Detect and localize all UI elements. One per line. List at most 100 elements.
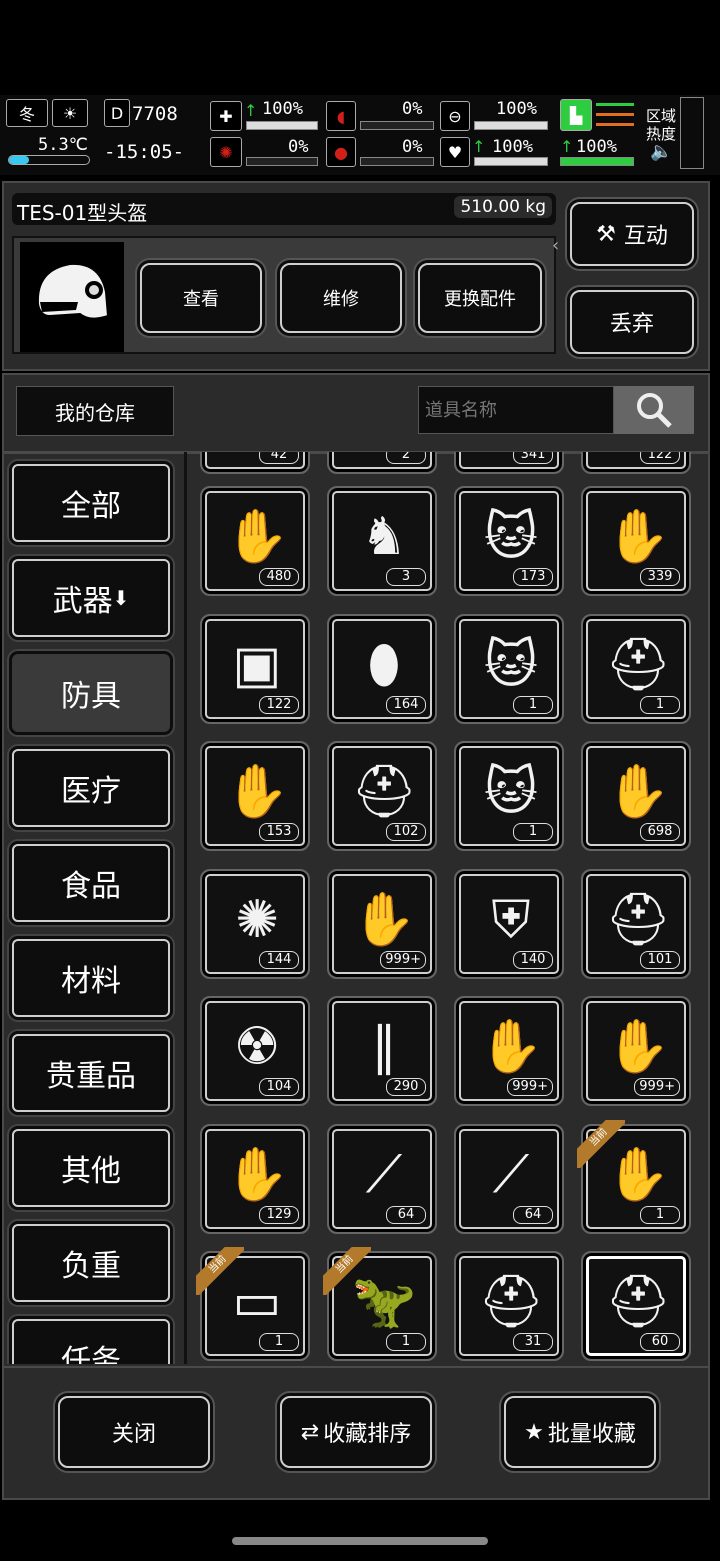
- inventory-slot[interactable]: ✺ 144: [200, 868, 310, 979]
- search-button[interactable]: [614, 386, 694, 434]
- inventory-slot[interactable]: ✋ 698: [581, 741, 691, 851]
- stamina-line: [596, 123, 634, 126]
- glove-icon: ✋: [605, 507, 671, 567]
- inventory-slot[interactable]: ⛑ 1: [581, 613, 691, 724]
- inventory-slot[interactable]: ⛑ 102: [327, 741, 437, 851]
- category-6[interactable]: 贵重品: [12, 1034, 170, 1112]
- inventory-slot[interactable]: 🐱 173: [454, 486, 564, 596]
- inventory-slot[interactable]: ✋ 999+: [581, 996, 691, 1106]
- stamina-bar: [560, 157, 634, 166]
- category-5[interactable]: 材料: [12, 939, 170, 1017]
- tactical-glove-icon: ✋: [605, 762, 671, 822]
- inventory-slot[interactable]: ⟋ 64: [454, 1123, 564, 1234]
- category-2[interactable]: 防具: [12, 654, 170, 732]
- bleeding-value: 0%: [402, 137, 423, 157]
- inventory-slot[interactable]: ▣ 122: [200, 613, 310, 724]
- close-button[interactable]: 关闭: [58, 1396, 210, 1468]
- sort-favorites-button[interactable]: ⇄ 收藏排序: [280, 1396, 432, 1468]
- heart-bar: [474, 157, 548, 166]
- inventory-slot[interactable]: ✋ 129: [200, 1123, 310, 1234]
- item-count: 101: [640, 950, 680, 969]
- item-count: 1: [640, 695, 680, 714]
- discard-button[interactable]: 丢弃: [570, 290, 694, 354]
- expand-arrow-icon: ⬇: [112, 586, 130, 610]
- category-8[interactable]: 负重: [12, 1224, 170, 1302]
- category-4[interactable]: 食品: [12, 844, 170, 922]
- collapse-chevron-icon[interactable]: ‹: [552, 235, 559, 256]
- item-count: 1: [513, 695, 553, 714]
- knee-pads-icon: ⬮: [367, 634, 401, 695]
- inventory-slot[interactable]: ♞ 3: [327, 486, 437, 596]
- warehouse-title: 我的仓库: [16, 386, 174, 436]
- inventory-slot[interactable]: ⛨ 140: [454, 868, 564, 979]
- claw-gloves-icon: ✋: [224, 1144, 290, 1205]
- inventory-slot[interactable]: ☢ 104: [200, 996, 310, 1106]
- inventory-slot[interactable]: ✋ 999+: [454, 996, 564, 1106]
- inventory-slot[interactable]: 122: [581, 452, 691, 474]
- inventory-slot[interactable]: ✋ 153: [200, 741, 310, 851]
- inventory-slot[interactable]: ∥ 290: [327, 996, 437, 1106]
- category-9[interactable]: 任务: [12, 1319, 170, 1364]
- horned-cap-icon: ♞: [360, 507, 408, 567]
- category-0[interactable]: 全部: [12, 464, 170, 542]
- view-button[interactable]: 查看: [140, 263, 262, 333]
- item-count: 42: [259, 452, 299, 464]
- inventory-slot[interactable]: ⬮ 164: [327, 613, 437, 724]
- chest-armor-icon: ⛨: [491, 889, 531, 950]
- speaker-icon[interactable]: 🔈: [650, 141, 672, 162]
- inventory-slot[interactable]: ⛑ 60: [581, 1251, 691, 1361]
- category-label: 任务: [61, 1344, 121, 1364]
- leg-brace-icon: ⟋: [365, 1144, 403, 1205]
- category-7[interactable]: 其他: [12, 1129, 170, 1207]
- repair-button[interactable]: 维修: [280, 263, 402, 333]
- heart-icon: ♥: [440, 137, 470, 167]
- inventory-slot[interactable]: 2: [327, 452, 437, 474]
- health-value: 100%: [262, 99, 303, 119]
- item-count: 480: [259, 568, 299, 586]
- category-3[interactable]: 医疗: [12, 749, 170, 827]
- gas-mask-icon: ☢: [233, 1017, 281, 1077]
- inventory-slot[interactable]: ▭ 1 当前: [196, 1247, 310, 1361]
- category-label: 医疗: [61, 774, 121, 809]
- category-list[interactable]: 全部武器 ⬇ 防具医疗食品材料贵重品其他负重任务: [0, 452, 186, 1364]
- inventory-slot[interactable]: 341: [454, 452, 564, 474]
- inventory-slot[interactable]: ⛑ 101: [581, 868, 691, 979]
- inventory-slot[interactable]: 42: [200, 452, 310, 474]
- army-helmet-icon: ⛑: [351, 762, 418, 822]
- fingerless-gloves-icon: ✋: [351, 889, 417, 950]
- inventory-slot[interactable]: ✋ 999+: [327, 868, 437, 979]
- hammer-icon: ⚒: [596, 221, 616, 247]
- inventory-slot[interactable]: 🐱 1: [454, 741, 564, 851]
- item-count: 64: [513, 1205, 553, 1224]
- category-label: 食品: [61, 869, 121, 904]
- up-arrow-icon: ↑: [472, 137, 486, 156]
- studded-gloves-icon: ✋: [605, 1017, 671, 1077]
- inventory-slot[interactable]: ✋ 480: [200, 486, 310, 596]
- inventory-slot[interactable]: ✋ 339: [581, 486, 691, 596]
- item-count: 164: [386, 695, 426, 714]
- replace-parts-button[interactable]: 更换配件: [418, 263, 542, 333]
- star-icon: ★: [524, 1419, 544, 1445]
- inventory-slot[interactable]: ⟋ 64: [327, 1123, 437, 1234]
- inventory-slot[interactable]: 🐱 1: [454, 613, 564, 724]
- inventory-slot[interactable]: ⛑ 31: [454, 1251, 564, 1361]
- inventory-slot[interactable]: 🦖 1 当前: [323, 1247, 437, 1361]
- item-search-input[interactable]: [418, 386, 614, 434]
- tactical-helmet-icon: ⛑: [478, 1272, 545, 1332]
- category-label: 防具: [61, 679, 121, 714]
- equipped-tag-label: 当前: [196, 1247, 244, 1295]
- temperature-value: 5.3℃: [38, 135, 88, 155]
- home-indicator[interactable]: [232, 1537, 488, 1545]
- category-1[interactable]: 武器 ⬇: [12, 559, 170, 637]
- item-count: 173: [513, 568, 553, 586]
- item-grid[interactable]: 42 2 341 122 ✋ 480 ♞ 3 🐱 173 ✋ 339 ▣ 122 ⬮ 164 🐱 1 ⛑ 1 ✋ 153 ⛑…: [188, 452, 704, 1364]
- item-count: 122: [259, 695, 299, 714]
- item-title-bar: TES-01型头盔 510.00 kg: [12, 193, 556, 225]
- item-count: 1: [513, 823, 553, 841]
- item-count: 144: [259, 950, 299, 969]
- inventory-slot[interactable]: ✋ 1 当前: [577, 1119, 691, 1234]
- batch-favorite-button[interactable]: ★ 批量收藏: [504, 1396, 656, 1468]
- batch-label: 批量收藏: [547, 1422, 636, 1447]
- category-label: 武器: [52, 584, 113, 619]
- interact-button[interactable]: ⚒ 互动: [570, 202, 694, 266]
